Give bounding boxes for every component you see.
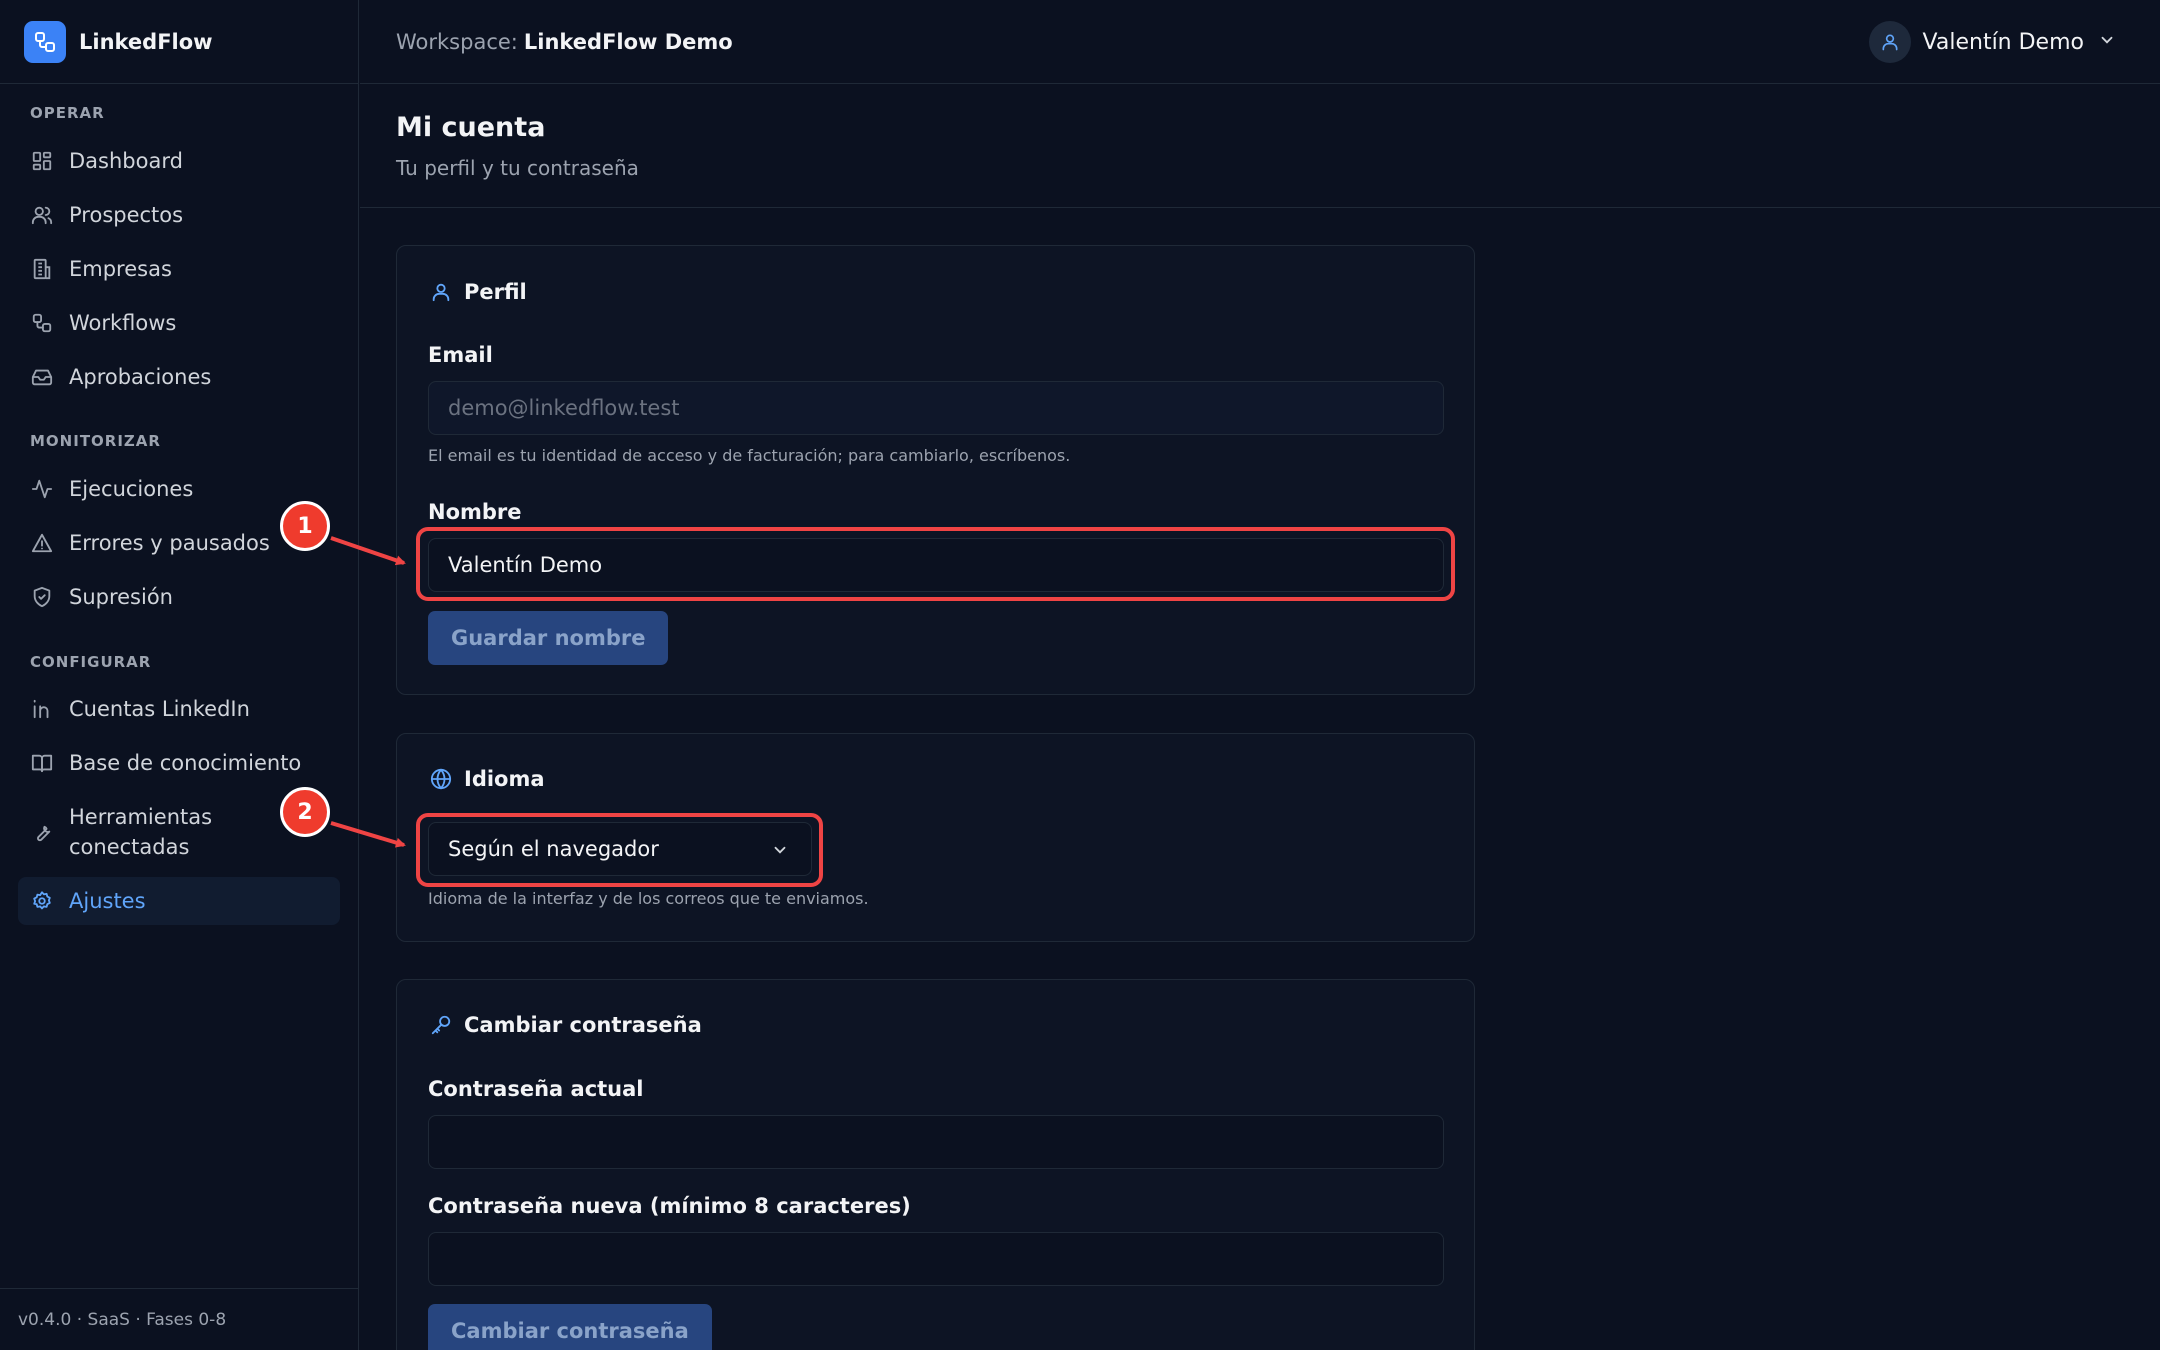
brand-name: LinkedFlow	[79, 29, 213, 54]
page-header: Mi cuenta Tu perfil y tu contraseña	[360, 85, 2160, 208]
sidebar-item-label: Errores y pausados	[69, 531, 270, 555]
section-label-monitorizar: MONITORIZAR	[30, 432, 161, 450]
workflow-icon	[30, 311, 54, 335]
annotation-badge-2: 2	[280, 787, 330, 837]
brand[interactable]: LinkedFlow	[0, 0, 358, 84]
current-password-field[interactable]	[428, 1115, 1444, 1169]
sidebar-item-label: Base de conocimiento	[69, 751, 302, 775]
user-icon	[428, 279, 454, 305]
email-field	[428, 381, 1444, 435]
gear-icon	[30, 889, 54, 913]
sidebar-item-dashboard[interactable]: Dashboard	[18, 137, 340, 185]
new-password-label: Contraseña nueva (mínimo 8 caracteres)	[428, 1194, 911, 1218]
chevron-down-icon	[2098, 31, 2116, 53]
user-icon	[1882, 34, 1898, 51]
warning-icon	[30, 531, 54, 555]
section-label-configurar: CONFIGURAR	[30, 653, 152, 671]
topbar: Workspace: LinkedFlow Demo Valentín Demo	[360, 0, 2160, 84]
profile-card: Perfil Email El email es tu identidad de…	[396, 245, 1475, 695]
dashboard-icon	[30, 149, 54, 173]
profile-card-title: Perfil	[464, 280, 527, 304]
sidebar-item-supresion[interactable]: Supresión	[18, 573, 340, 621]
sidebar-item-cuentas-linkedin[interactable]: Cuentas LinkedIn	[18, 685, 340, 733]
avatar	[1868, 21, 1911, 63]
annotation-badge-1: 1	[280, 501, 330, 551]
workspace-name: LinkedFlow Demo	[523, 29, 733, 54]
globe-icon	[428, 766, 454, 792]
sidebar-item-label: Herramientas conectadas	[69, 805, 213, 859]
sidebar: LinkedFlow OPERAR Dashboard Prospectos E…	[0, 0, 359, 1350]
building-icon	[30, 257, 54, 281]
wrench-icon	[30, 820, 54, 844]
workspace-label: Workspace:	[396, 29, 518, 54]
workflow-logo-icon	[24, 20, 66, 63]
sidebar-item-label: Cuentas LinkedIn	[69, 697, 250, 721]
sidebar-item-label: Aprobaciones	[69, 365, 212, 389]
change-password-button[interactable]: Cambiar contraseña	[428, 1304, 712, 1350]
inbox-icon	[30, 365, 54, 389]
email-label: Email	[428, 343, 493, 367]
sidebar-item-ajustes[interactable]: Ajustes	[18, 877, 340, 925]
sidebar-item-workflows[interactable]: Workflows	[18, 299, 340, 347]
password-card-header: Cambiar contraseña	[428, 1012, 702, 1038]
sidebar-item-label: Dashboard	[69, 149, 183, 173]
email-help-text: El email es tu identidad de acceso y de …	[428, 446, 1071, 465]
version-footer: v0.4.0 · SaaS · Fases 0-8	[0, 1288, 359, 1350]
sidebar-item-base-conocimiento[interactable]: Base de conocimiento	[18, 739, 340, 787]
annotation-highlight-language-select	[416, 813, 823, 887]
language-help-text: Idioma de la interfaz y de los correos q…	[428, 889, 869, 908]
user-menu[interactable]: Valentín Demo	[1868, 20, 2116, 64]
page-title: Mi cuenta	[396, 112, 546, 143]
user-name: Valentín Demo	[1922, 29, 2084, 55]
password-card: Cambiar contraseña Contraseña actual Con…	[396, 979, 1475, 1350]
sidebar-item-prospectos[interactable]: Prospectos	[18, 191, 340, 239]
sidebar-item-empresas[interactable]: Empresas	[18, 245, 340, 293]
key-icon	[428, 1012, 454, 1038]
sidebar-item-label: Workflows	[69, 311, 177, 335]
new-password-field[interactable]	[428, 1232, 1444, 1286]
current-password-label: Contraseña actual	[428, 1077, 644, 1101]
password-card-title: Cambiar contraseña	[464, 1013, 702, 1037]
sidebar-item-label: Ajustes	[69, 889, 146, 913]
activity-icon	[30, 477, 54, 501]
language-card-title: Idioma	[464, 767, 545, 791]
shield-icon	[30, 585, 54, 609]
language-card-header: Idioma	[428, 766, 545, 792]
book-icon	[30, 751, 54, 775]
linkedin-icon	[30, 697, 54, 721]
sidebar-item-label: Empresas	[69, 257, 172, 281]
sidebar-item-aprobaciones[interactable]: Aprobaciones	[18, 353, 340, 401]
sidebar-item-label: Ejecuciones	[69, 477, 194, 501]
users-icon	[30, 203, 54, 227]
annotation-highlight-name-field	[416, 527, 1455, 601]
profile-card-header: Perfil	[428, 279, 527, 305]
page-subtitle: Tu perfil y tu contraseña	[396, 156, 639, 180]
save-name-button[interactable]: Guardar nombre	[428, 611, 669, 665]
section-label-operar: OPERAR	[30, 104, 105, 122]
name-label: Nombre	[428, 500, 522, 524]
sidebar-item-label: Prospectos	[69, 203, 184, 227]
sidebar-item-label: Supresión	[69, 585, 173, 609]
